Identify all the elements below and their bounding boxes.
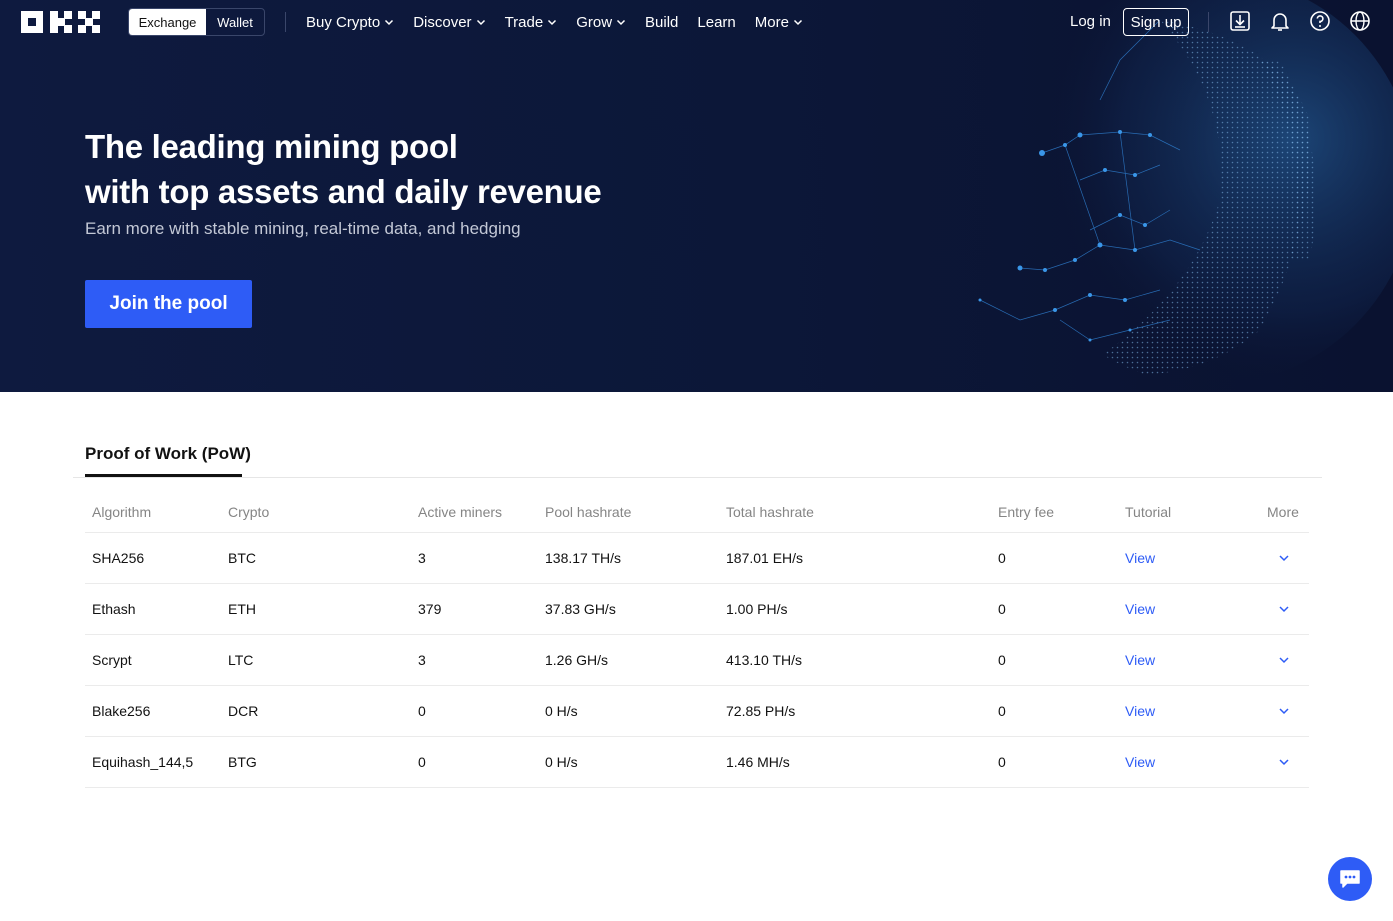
cell-entry-fee: 0	[998, 703, 1006, 719]
download-icon[interactable]	[1229, 10, 1251, 32]
tutorial-view-link[interactable]: View	[1125, 601, 1155, 617]
nav-learn[interactable]: Learn	[697, 14, 735, 31]
exchange-toggle[interactable]: Exchange	[129, 9, 206, 35]
nav-divider	[285, 12, 286, 32]
hero-title: The leading mining pool with top assets …	[85, 124, 602, 214]
tutorial-view-link[interactable]: View	[1125, 703, 1155, 719]
cell-pool-hashrate: 0 H/s	[545, 754, 578, 770]
chevron-down-icon	[476, 19, 485, 26]
nav-more[interactable]: More	[755, 14, 803, 31]
cell-entry-fee: 0	[998, 754, 1006, 770]
cell-crypto: ETH	[228, 601, 256, 617]
column-header-tutorial: Tutorial	[1125, 504, 1172, 520]
table-row: Ethash ETH 379 37.83 GH/s 1.00 PH/s 0 Vi…	[85, 584, 1309, 635]
column-header-active-miners: Active miners	[418, 504, 503, 520]
wallet-toggle[interactable]: Wallet	[206, 9, 264, 35]
cell-algorithm: Blake256	[92, 703, 151, 719]
column-header-entry-fee: Entry fee	[998, 504, 1055, 520]
column-header-crypto: Crypto	[228, 504, 270, 520]
cell-total-hashrate: 413.10 TH/s	[726, 652, 803, 668]
login-link[interactable]: Log in	[1070, 13, 1111, 30]
chevron-down-icon	[548, 19, 557, 26]
hero-subtitle: Earn more with stable mining, real-time …	[85, 219, 521, 238]
cell-active-miners: 3	[418, 550, 426, 566]
mining-pools-table: Algorithm Crypto Active miners Pool hash…	[85, 492, 1309, 788]
globe-illustration	[978, 0, 1393, 385]
nav-label: Trade	[504, 13, 544, 31]
column-header-more: More	[1267, 504, 1299, 520]
cell-entry-fee: 0	[998, 652, 1006, 668]
hero-banner: Exchange Wallet Buy Crypto Discover Trad…	[0, 0, 1393, 392]
help-icon[interactable]	[1309, 10, 1331, 32]
exchange-wallet-switch: Exchange Wallet	[128, 8, 265, 36]
cell-active-miners: 0	[418, 703, 426, 719]
cell-pool-hashrate: 0 H/s	[545, 703, 578, 719]
cell-crypto: DCR	[228, 703, 259, 719]
signup-button[interactable]: Sign up	[1123, 8, 1189, 36]
table-header: Algorithm Crypto Active miners Pool hash…	[85, 492, 1309, 533]
table-row: Equihash_144,5 BTG 0 0 H/s 1.46 MH/s 0 V…	[85, 737, 1309, 788]
nav-build[interactable]: Build	[645, 14, 678, 31]
chat-support-button[interactable]	[1328, 857, 1372, 901]
cell-active-miners: 0	[418, 754, 426, 770]
chevron-down-icon	[385, 19, 394, 26]
tutorial-view-link[interactable]: View	[1125, 754, 1155, 770]
nav-buy-crypto[interactable]: Buy Crypto	[306, 14, 394, 31]
nav-label: Buy Crypto	[306, 13, 381, 31]
cell-entry-fee: 0	[998, 550, 1006, 566]
cell-active-miners: 379	[418, 601, 442, 617]
cell-crypto: BTC	[228, 550, 256, 566]
cell-algorithm: SHA256	[92, 550, 145, 566]
tab-proof-of-work[interactable]: Proof of Work (PoW)	[85, 444, 251, 464]
chevron-down-icon[interactable]	[1278, 756, 1290, 768]
nav-label: Discover	[413, 13, 472, 31]
top-navigation: Exchange Wallet Buy Crypto Discover Trad…	[0, 0, 1393, 44]
cell-total-hashrate: 1.46 MH/s	[726, 754, 790, 770]
tutorial-view-link[interactable]: View	[1125, 550, 1155, 566]
hero-title-line: with top assets and daily revenue	[85, 173, 602, 210]
main-nav: Buy Crypto Discover Trade Grow Build Lea…	[306, 0, 822, 44]
cell-total-hashrate: 1.00 PH/s	[726, 601, 788, 617]
header-divider	[1208, 12, 1209, 32]
table-row: Blake256 DCR 0 0 H/s 72.85 PH/s 0 View	[85, 686, 1309, 737]
chat-bubble-icon	[1340, 870, 1360, 888]
cell-pool-hashrate: 37.83 GH/s	[545, 601, 616, 617]
join-pool-button[interactable]: Join the pool	[85, 280, 252, 328]
cell-crypto: BTG	[228, 754, 257, 770]
cell-active-miners: 3	[418, 652, 426, 668]
hero-title-line: The leading mining pool	[85, 128, 458, 165]
column-header-pool-hashrate: Pool hashrate	[545, 504, 632, 520]
nav-label: Build	[645, 13, 679, 31]
cell-pool-hashrate: 1.26 GH/s	[545, 652, 609, 668]
chevron-down-icon	[793, 19, 802, 26]
cell-pool-hashrate: 138.17 TH/s	[545, 550, 622, 566]
nav-label: Learn	[697, 13, 736, 31]
cell-algorithm: Equihash_144,5	[92, 754, 194, 770]
cell-total-hashrate: 72.85 PH/s	[726, 703, 796, 719]
nav-trade[interactable]: Trade	[505, 14, 558, 31]
chevron-down-icon[interactable]	[1278, 552, 1290, 564]
chevron-down-icon[interactable]	[1278, 654, 1290, 666]
tab-divider	[73, 477, 1322, 478]
cell-entry-fee: 0	[998, 601, 1006, 617]
bell-icon[interactable]	[1269, 10, 1291, 32]
nav-grow[interactable]: Grow	[576, 14, 626, 31]
table-row: Scrypt LTC 3 1.26 GH/s 413.10 TH/s 0 Vie…	[85, 635, 1309, 686]
okx-logo[interactable]	[21, 11, 101, 33]
cell-algorithm: Scrypt	[92, 652, 132, 668]
chevron-down-icon	[617, 19, 626, 26]
nav-discover[interactable]: Discover	[413, 14, 485, 31]
column-header-total-hashrate: Total hashrate	[726, 504, 814, 520]
table-row: SHA256 BTC 3 138.17 TH/s 187.01 EH/s 0 V…	[85, 533, 1309, 584]
cell-algorithm: Ethash	[92, 601, 136, 617]
chevron-down-icon[interactable]	[1278, 705, 1290, 717]
cell-total-hashrate: 187.01 EH/s	[726, 550, 804, 566]
column-header-algorithm: Algorithm	[92, 504, 152, 520]
nav-label: More	[754, 13, 789, 31]
tutorial-view-link[interactable]: View	[1125, 652, 1155, 668]
globe-icon[interactable]	[1349, 10, 1371, 32]
chevron-down-icon[interactable]	[1278, 603, 1290, 615]
cell-crypto: LTC	[228, 652, 254, 668]
nav-label: Grow	[576, 13, 613, 31]
